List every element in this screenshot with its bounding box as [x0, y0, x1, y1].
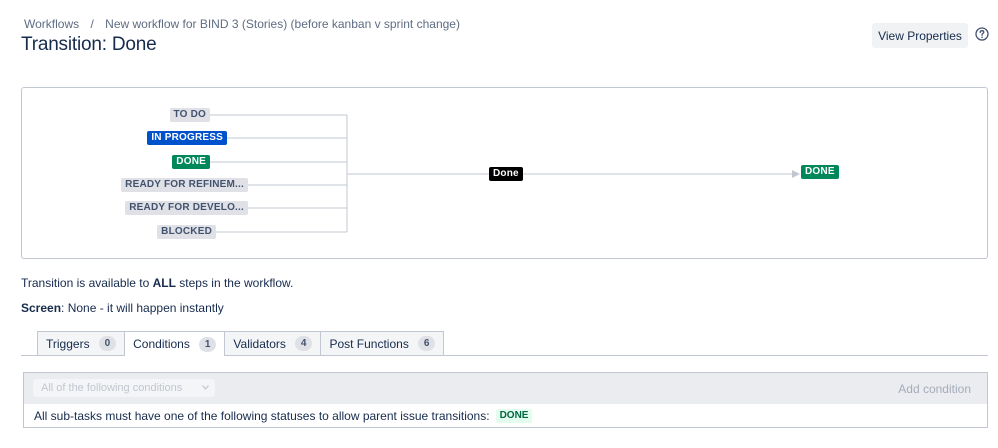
source-status-2[interactable]: DONE	[172, 155, 210, 169]
condition-rule-text: All sub-tasks must have one of the follo…	[34, 409, 490, 423]
tab-triggers[interactable]: Triggers 0	[37, 331, 126, 355]
source-status-0[interactable]: TO DO	[169, 108, 210, 122]
question-circle-icon[interactable]	[975, 27, 989, 41]
tab-count-badge: 6	[417, 336, 436, 351]
transition-label[interactable]: Done	[489, 167, 523, 181]
conditions-toolbar: All of the following conditions Add cond…	[24, 373, 987, 404]
breadcrumb: Workflows / New workflow for BIND 3 (Sto…	[24, 17, 460, 31]
source-status-5[interactable]: BLOCKED	[157, 225, 216, 239]
chevron-down-icon	[202, 385, 209, 390]
tab-count-badge: 0	[98, 336, 117, 351]
tab-conditions[interactable]: Conditions 1	[124, 331, 226, 356]
page-title: Transition: Done	[21, 34, 157, 55]
source-status-3[interactable]: READY FOR REFINEM...	[121, 178, 248, 192]
breadcrumb-separator: /	[90, 17, 94, 31]
conditions-panel: All of the following conditions Add cond…	[23, 372, 988, 428]
tab-count-badge: 4	[294, 336, 313, 351]
tab-count-badge: 1	[198, 336, 217, 352]
breadcrumb-workflows-link[interactable]: Workflows	[24, 17, 79, 31]
tab-validators[interactable]: Validators 4	[224, 331, 322, 355]
transition-diagram: TO DO IN PROGRESS DONE READY FOR REFINEM...…	[21, 87, 988, 259]
source-status-4[interactable]: READY FOR DEVELO...	[125, 201, 248, 215]
availability-text: Transition is available to ALL steps in …	[21, 276, 294, 290]
view-properties-button[interactable]: View Properties	[872, 23, 968, 48]
screen-text: Screen: None - it will happen instantly	[21, 301, 224, 315]
breadcrumb-workflow-link[interactable]: New workflow for BIND 3 (Stories) (befor…	[105, 17, 460, 31]
add-condition-button[interactable]: Add condition	[898, 382, 971, 396]
target-status-done[interactable]: DONE	[801, 165, 839, 179]
condition-status-lozenge: DONE	[495, 409, 533, 423]
transition-tabs: Triggers 0 Conditions 1 Validators 4 Post Func…	[37, 331, 445, 356]
tab-label: Validators	[233, 336, 286, 351]
source-status-1[interactable]: IN PROGRESS	[147, 131, 227, 145]
tab-label: Post Functions	[329, 336, 409, 351]
tab-label: Conditions	[133, 337, 190, 351]
condition-group-select[interactable]: All of the following conditions	[33, 379, 215, 397]
condition-rule: All sub-tasks must have one of the follo…	[34, 409, 533, 423]
tab-label: Triggers	[46, 336, 90, 351]
tab-post-functions[interactable]: Post Functions 6	[320, 331, 445, 355]
